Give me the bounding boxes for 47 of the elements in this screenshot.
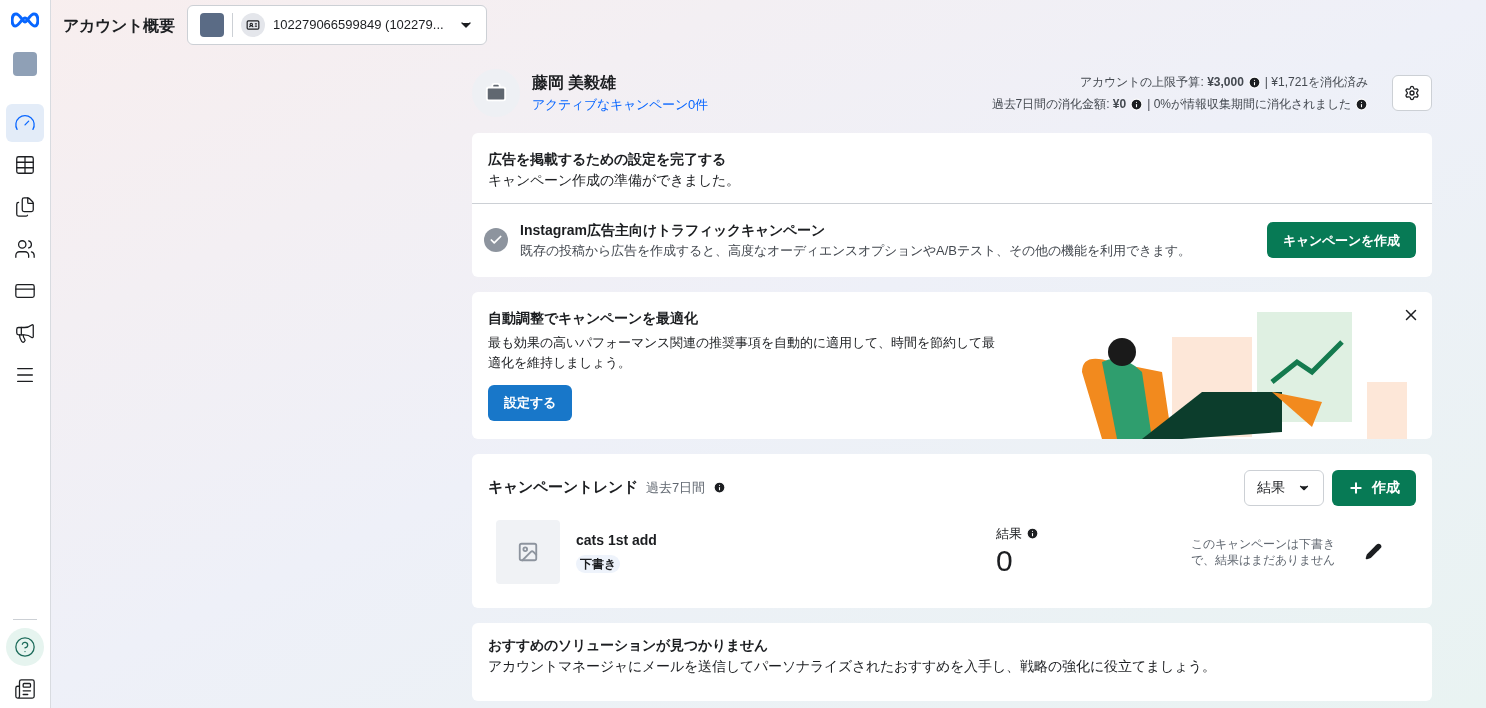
page-title: アカウント概要: [63, 16, 175, 36]
info-icon[interactable]: [1026, 527, 1039, 540]
megaphone-icon: [14, 322, 36, 344]
newspaper-icon: [14, 678, 36, 700]
step-title: Instagram広告主向けトラフィックキャンペーン: [520, 221, 826, 240]
info-icon[interactable]: [1355, 97, 1368, 111]
campaign-note: このキャンペーンは下書きで、結果はまだありません: [1191, 535, 1336, 568]
budget-label: アカウントの上限予算: ¥3,000: [1080, 74, 1244, 91]
settings-button[interactable]: [1392, 75, 1432, 111]
metric-dropdown[interactable]: 結果: [1244, 469, 1324, 506]
info-icon[interactable]: [1130, 97, 1144, 111]
account-name: 藤岡 美毅雄: [532, 73, 618, 94]
card-title: おすすめのソリューションが見つかりません: [488, 635, 769, 655]
spend-label: 過去7日間の消化金額: ¥0: [991, 96, 1127, 113]
card-text: アカウントマネージャにメールを送信してパーソナライズされたおすすめを入手し、戦略の強化に役立てましょう。: [488, 656, 1217, 676]
metric-value: 0: [996, 543, 1014, 580]
campaign-name: cats 1st add: [576, 531, 657, 550]
card-title: キャンペーントレンド: [488, 477, 638, 498]
spend-note: | 0%が情報収集期間に消化されました: [1147, 96, 1351, 113]
step-text: 既存の投稿から広告を作成すると、高度なオーディエンスオプションやA/Bテスト、その他の機能を利用できます。: [520, 242, 1191, 260]
card-title: 広告を掲載するための設定を完了する: [488, 150, 727, 169]
people-icon: [14, 238, 36, 260]
card-subtitle: キャンペーン作成の準備ができました。: [488, 171, 741, 190]
card-text: 最も効果の高いパフォーマンス関連の推奨事項を自動的に適用して、時間を節約して最適化を維持しましょう。: [488, 333, 996, 372]
settings-icon: [1404, 85, 1420, 101]
info-icon[interactable]: [1247, 75, 1261, 89]
avatar: [200, 13, 224, 37]
metric-label: 結果: [996, 524, 1022, 543]
table-icon: [14, 154, 36, 176]
budget-spent: | ¥1,721を消化済み: [1264, 74, 1368, 91]
active-campaigns-link[interactable]: アクティブなキャンペーン0件: [532, 95, 709, 115]
pages-icon: [14, 196, 36, 218]
card-title: 自動調整でキャンペーンを最適化: [488, 308, 699, 328]
account-selector[interactable]: 102279066599849 (102279...: [187, 5, 487, 45]
edit-icon[interactable]: [1365, 543, 1382, 560]
help-icon: [14, 636, 36, 658]
create-button[interactable]: 作成: [1332, 469, 1416, 506]
status-badge: 下書き: [576, 555, 620, 573]
configure-button[interactable]: 設定する: [488, 384, 572, 421]
ad-account-icon: [241, 13, 265, 37]
info-icon[interactable]: [713, 481, 727, 494]
plus-icon: [1348, 479, 1364, 496]
image-placeholder: [496, 519, 560, 584]
logo-icon[interactable]: [11, 12, 39, 28]
briefcase-avatar: [472, 69, 520, 117]
period-label: 過去7日間: [646, 478, 706, 497]
create-campaign-button[interactable]: キャンペーンを作成: [1267, 222, 1416, 259]
